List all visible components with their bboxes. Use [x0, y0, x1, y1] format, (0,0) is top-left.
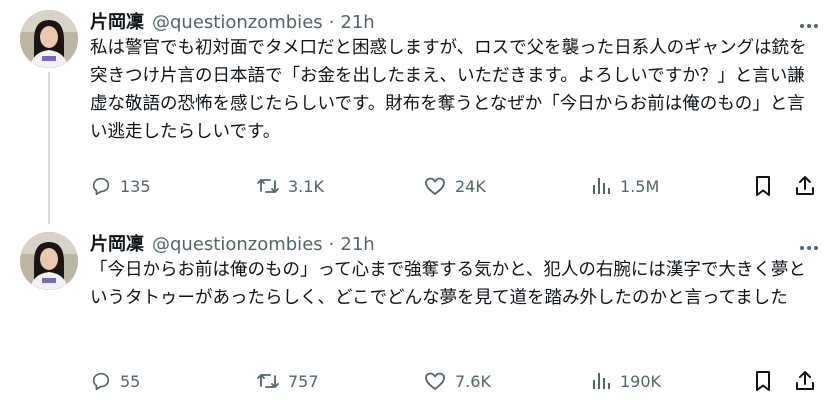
bookmark-button[interactable] — [753, 369, 773, 393]
tweet-actions: 55 757 7.6K 190K — [90, 367, 822, 395]
repost-count: 3.1K — [288, 176, 324, 196]
repost-button[interactable]: 757 — [256, 370, 319, 392]
author-name[interactable]: 片岡凜 — [90, 233, 144, 257]
views-button[interactable]: 1.5M — [590, 175, 659, 197]
avatar[interactable] — [20, 232, 78, 290]
share-icon — [794, 369, 816, 393]
author-handle[interactable]: @questionzombies — [152, 11, 323, 35]
views-count: 1.5M — [620, 176, 660, 196]
repost-count: 757 — [288, 371, 319, 391]
views-icon — [590, 175, 612, 197]
tweet-header: 片岡凜 @questionzombies · 21h — [90, 232, 375, 258]
tweet[interactable]: 片岡凜 @questionzombies · 21h 私は警官でも初対面でタメ口… — [0, 0, 836, 220]
more-options-button[interactable] — [796, 12, 822, 34]
like-count: 7.6K — [455, 371, 491, 391]
tweet-text: 私は警官でも初対面でタメ口だと困惑しますが、ロスで父を襲った日系人のギャングは銃… — [90, 38, 807, 142]
heart-icon — [423, 175, 447, 197]
reply-button[interactable]: 55 — [90, 370, 140, 392]
more-options-button[interactable] — [796, 234, 822, 256]
repost-icon — [256, 175, 280, 197]
repost-button[interactable]: 3.1K — [256, 175, 324, 197]
tweet[interactable]: 片岡凜 @questionzombies · 21h 「今日からお前は俺のもの」… — [0, 222, 836, 408]
bookmark-icon — [753, 369, 773, 393]
views-button[interactable]: 190K — [590, 370, 661, 392]
like-button[interactable]: 7.6K — [423, 370, 491, 392]
bookmark-button[interactable] — [753, 174, 773, 198]
views-count: 190K — [620, 371, 662, 391]
like-button[interactable]: 24K — [423, 175, 486, 197]
heart-icon — [423, 370, 447, 392]
tweet-text: 「今日からお前は俺のもの」って心まで強奪する気かと、犯人の右腕には漢字で大きく夢… — [90, 260, 806, 308]
reply-count: 135 — [120, 176, 151, 196]
tweet-header: 片岡凜 @questionzombies · 21h — [90, 10, 375, 36]
separator: · — [328, 234, 335, 255]
more-horizontal-icon — [799, 14, 819, 33]
timestamp[interactable]: 21h — [340, 11, 374, 35]
share-button[interactable] — [794, 369, 816, 393]
author-name[interactable]: 片岡凜 — [90, 11, 144, 35]
author-handle[interactable]: @questionzombies — [152, 233, 323, 257]
reply-icon — [90, 175, 112, 197]
avatar[interactable] — [20, 10, 78, 68]
reply-count: 55 — [120, 371, 141, 391]
separator: · — [328, 12, 335, 33]
like-count: 24K — [455, 176, 486, 196]
bookmark-icon — [753, 174, 773, 198]
share-icon — [794, 174, 816, 198]
tweet-actions: 135 3.1K 24K 1.5M — [90, 172, 822, 200]
share-button[interactable] — [794, 174, 816, 198]
more-horizontal-icon — [799, 236, 819, 255]
reply-button[interactable]: 135 — [90, 175, 151, 197]
views-icon — [590, 370, 612, 392]
repost-icon — [256, 370, 280, 392]
reply-icon — [90, 370, 112, 392]
timestamp[interactable]: 21h — [340, 233, 374, 257]
